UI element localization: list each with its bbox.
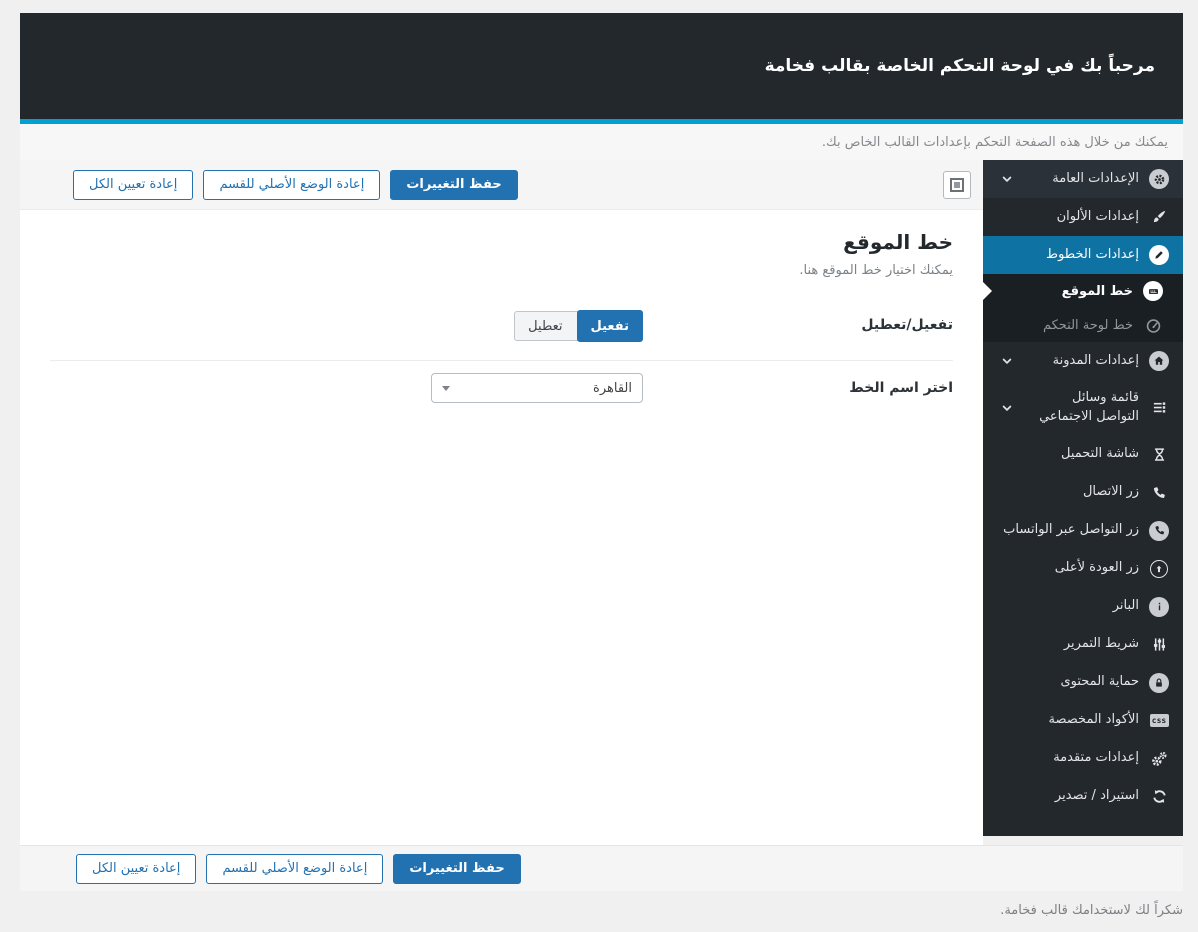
gears-icon bbox=[1149, 749, 1169, 769]
reset-section-button-bottom[interactable]: إعادة الوضع الأصلي للقسم bbox=[206, 853, 384, 884]
field-label: اختر اسم الخط bbox=[849, 380, 953, 396]
sidebar-item-import-export[interactable]: استيراد / تصدير bbox=[983, 778, 1183, 816]
home-circle-icon bbox=[1149, 351, 1169, 371]
keyboard-circle-icon bbox=[1143, 281, 1163, 301]
sync-icon bbox=[1149, 787, 1169, 807]
sidebar-item-banner[interactable]: البانر bbox=[983, 588, 1183, 626]
field-label: تفعيل/تعطيل bbox=[861, 317, 953, 333]
list-icon bbox=[1149, 398, 1169, 418]
intro-bar: يمكنك من خلال هذه الصفحة التحكم بإعدادات… bbox=[20, 124, 1183, 160]
main-content: حفظ التغييرات إعادة الوضع الأصلي للقسم إ… bbox=[20, 160, 983, 845]
panel-title: مرحباً بك في لوحة التحكم الخاصة بقالب فخ… bbox=[764, 56, 1155, 76]
sidebar-item-call-button[interactable]: زر الاتصال bbox=[983, 474, 1183, 512]
panel-header: مرحباً بك في لوحة التحكم الخاصة بقالب فخ… bbox=[20, 13, 1183, 119]
toggle-off-button[interactable]: تعطيل bbox=[514, 311, 580, 341]
sidebar-item-custom-codes[interactable]: css الأكواد المخصصة bbox=[983, 702, 1183, 740]
phone-circle-icon bbox=[1149, 520, 1169, 541]
phone-icon bbox=[1149, 483, 1169, 503]
sidebar-nav: الإعدادات العامة إعدادات الألوان إعدادات… bbox=[983, 160, 1183, 836]
lock-circle-icon bbox=[1149, 672, 1169, 693]
chevron-down-icon bbox=[997, 169, 1017, 189]
reset-all-button-bottom[interactable]: إعادة تعيين الكل bbox=[76, 853, 197, 884]
enable-disable-toggle: تفعيل تعطيل bbox=[514, 310, 643, 342]
sidebar-subitem-dashboard-font[interactable]: خط لوحة التحكم bbox=[983, 308, 1183, 342]
sliders-icon bbox=[1149, 635, 1169, 655]
sidebar-item-loading-screen[interactable]: شاشة التحميل bbox=[983, 436, 1183, 474]
page-title: خط الموقع bbox=[843, 230, 953, 254]
sidebar-item-slider[interactable]: شريط التمرير bbox=[983, 626, 1183, 664]
css-badge-icon: css bbox=[1149, 711, 1169, 731]
sidebar-item-whatsapp-button[interactable]: زر التواصل عبر الواتساب bbox=[983, 512, 1183, 550]
expand-options-button[interactable] bbox=[943, 170, 971, 199]
reset-section-button[interactable]: إعادة الوضع الأصلي للقسم bbox=[203, 169, 381, 200]
chevron-down-icon bbox=[442, 385, 450, 395]
info-circle-icon bbox=[1149, 596, 1169, 617]
sidebar-item-advanced-settings[interactable]: إعدادات متقدمة bbox=[983, 740, 1183, 778]
sidebar-item-color-settings[interactable]: إعدادات الألوان bbox=[983, 198, 1183, 236]
reset-all-button[interactable]: إعادة تعيين الكل bbox=[73, 169, 194, 200]
brush-icon bbox=[1149, 207, 1169, 227]
font-settings-subsection: خط الموقع خط لوحة التحكم bbox=[983, 274, 1183, 342]
footer-thanks-text: شكراً لك لاستخدامك قالب فخامة. bbox=[1000, 903, 1183, 918]
chevron-down-icon bbox=[997, 351, 1017, 371]
theme-options-panel: مرحباً بك في لوحة التحكم الخاصة بقالب فخ… bbox=[20, 13, 1183, 891]
bottom-action-bar: حفظ التغييرات إعادة الوضع الأصلي للقسم إ… bbox=[20, 845, 1183, 891]
gear-icon bbox=[1149, 169, 1169, 189]
toggle-on-button[interactable]: تفعيل bbox=[576, 310, 643, 342]
select-value: القاهرة bbox=[593, 380, 632, 396]
dashboard-icon bbox=[1143, 315, 1163, 335]
sidebar-item-social-menu[interactable]: قائمة وسائل التواصل الاجتماعي bbox=[983, 380, 1183, 436]
save-button-bottom[interactable]: حفظ التغييرات bbox=[393, 853, 521, 884]
sidebar-item-font-settings[interactable]: إعدادات الخطوط bbox=[983, 236, 1183, 274]
sidebar-item-blog-settings[interactable]: إعدادات المدونة bbox=[983, 342, 1183, 380]
intro-text: يمكنك من خلال هذه الصفحة التحكم بإعدادات… bbox=[821, 134, 1168, 150]
page-description: يمكنك اختيار خط الموقع هنا. bbox=[799, 263, 953, 278]
expand-options-icon bbox=[950, 177, 964, 192]
sidebar-subitem-site-font[interactable]: خط الموقع bbox=[983, 274, 1183, 308]
chevron-down-icon bbox=[997, 398, 1017, 418]
top-action-bar: حفظ التغييرات إعادة الوضع الأصلي للقسم إ… bbox=[20, 160, 983, 210]
sidebar-item-general-settings[interactable]: الإعدادات العامة bbox=[983, 160, 1183, 198]
font-name-select[interactable]: القاهرة bbox=[431, 373, 643, 403]
pencil-circle-icon bbox=[1149, 245, 1169, 265]
active-item-arrow-icon bbox=[983, 282, 992, 300]
sidebar-item-content-protection[interactable]: حماية المحتوى bbox=[983, 664, 1183, 702]
section-site-font: خط الموقع يمكنك اختيار خط الموقع هنا. تف… bbox=[20, 230, 983, 421]
field-row-font-name: اختر اسم الخط القاهرة bbox=[50, 361, 953, 421]
field-row-enable-toggle: تفعيل/تعطيل تفعيل تعطيل bbox=[50, 298, 953, 361]
sidebar-item-back-to-top[interactable]: زر العودة لأعلى bbox=[983, 550, 1183, 588]
arrow-up-circle-icon bbox=[1149, 559, 1169, 579]
hourglass-icon bbox=[1149, 445, 1169, 465]
save-button[interactable]: حفظ التغييرات bbox=[390, 169, 518, 200]
